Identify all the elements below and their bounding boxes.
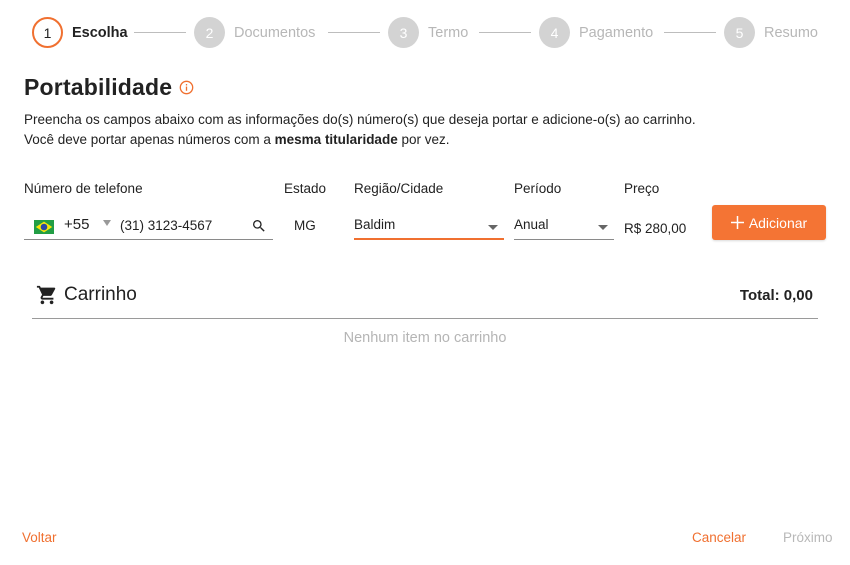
back-button[interactable]: Voltar: [22, 530, 57, 545]
cart-icon: [36, 285, 56, 305]
step-label: Documentos: [234, 24, 316, 41]
add-button[interactable]: Adicionar: [712, 205, 826, 240]
cart-title: Carrinho: [64, 284, 137, 305]
step-number: 1: [32, 17, 63, 48]
step-connector: [479, 32, 531, 33]
description: Preencha os campos abaixo com as informa…: [24, 110, 696, 150]
step-connector: [664, 32, 716, 33]
step-label: Escolha: [72, 24, 128, 41]
step-connector: [134, 32, 186, 33]
step-documentos[interactable]: 2 Documentos: [194, 17, 315, 48]
info-circle-icon[interactable]: [179, 80, 194, 95]
description-line-1: Preencha os campos abaixo com as informa…: [24, 112, 696, 127]
step-number: 2: [194, 17, 225, 48]
regiao-select[interactable]: Baldim: [354, 210, 504, 240]
page-title: Portabilidade: [24, 74, 173, 100]
estado-value: MG: [294, 218, 316, 233]
search-icon[interactable]: [251, 218, 267, 234]
plus-icon: [730, 216, 744, 229]
step-label: Termo: [428, 24, 469, 41]
cart-total: Total: 0,00: [739, 287, 813, 304]
chevron-down-icon[interactable]: [103, 220, 111, 226]
phone-label: Número de telefone: [24, 181, 143, 196]
step-number: 4: [539, 17, 570, 48]
step-number: 3: [388, 17, 419, 48]
title-row: Portabilidade: [24, 74, 194, 101]
preco-label: Preço: [624, 181, 660, 196]
description-text: por vez.: [397, 132, 450, 147]
step-pagamento[interactable]: 4 Pagamento: [539, 17, 653, 48]
step-termo[interactable]: 3 Termo: [388, 17, 468, 48]
step-resumo[interactable]: 5 Resumo: [724, 17, 818, 48]
estado-label: Estado: [284, 181, 327, 196]
cart-divider: [32, 318, 818, 319]
regiao-selected-value: Baldim: [354, 217, 396, 232]
chevron-down-icon: [488, 225, 498, 230]
periodo-label: Período: [514, 181, 562, 196]
step-label: Pagamento: [579, 24, 654, 41]
description-line-2: Você deve portar apenas números com a me…: [24, 130, 696, 150]
cart-empty-message: Nenhum item no carrinho: [343, 330, 507, 346]
description-text: Você deve portar apenas números com a: [24, 132, 275, 147]
add-button-label: Adicionar: [748, 214, 808, 231]
brazil-flag-icon[interactable]: [34, 220, 54, 234]
phone-field: +55: [24, 210, 273, 240]
preco-value: R$ 280,00: [624, 221, 687, 236]
step-number: 5: [724, 17, 755, 48]
step-escolha[interactable]: 1 Escolha: [32, 17, 128, 48]
step-label: Resumo: [764, 24, 818, 41]
cart-header: Carrinho: [36, 284, 137, 306]
chevron-down-icon: [598, 225, 608, 230]
cancel-button[interactable]: Cancelar: [692, 530, 746, 545]
stepper: 1 Escolha 2 Documentos 3 Termo 4 Pagamen…: [0, 0, 850, 64]
periodo-select[interactable]: Anual: [514, 210, 614, 240]
periodo-selected-value: Anual: [514, 217, 549, 232]
phone-input[interactable]: [120, 214, 246, 236]
country-code[interactable]: +55: [64, 216, 89, 233]
step-connector: [328, 32, 380, 33]
regiao-label: Região/Cidade: [354, 181, 444, 196]
description-emphasis: mesma titularidade: [274, 132, 398, 147]
next-button[interactable]: Próximo: [783, 530, 833, 545]
